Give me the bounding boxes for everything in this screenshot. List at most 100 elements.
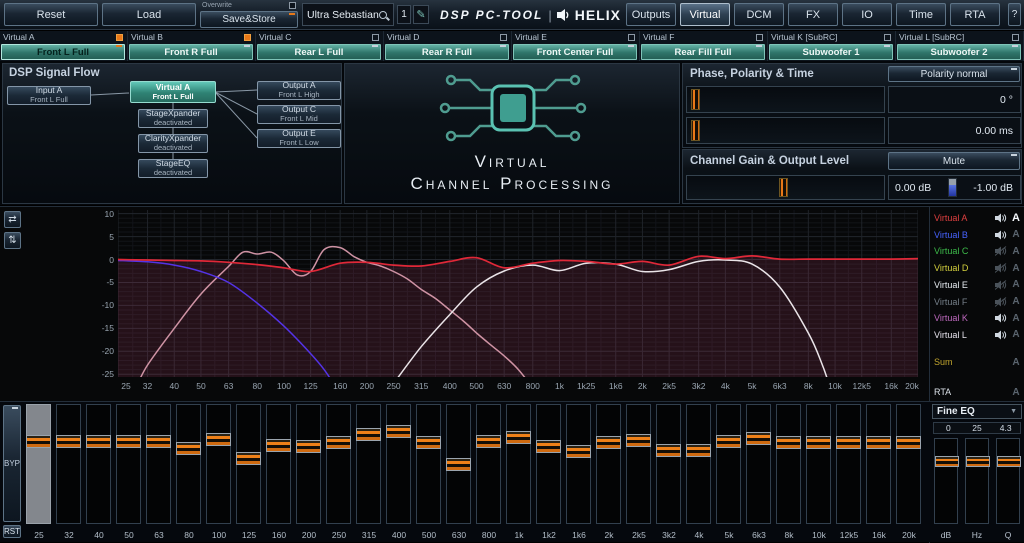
vertical-scale-icon[interactable]: ⇅ [4,232,21,249]
speaker-muted-icon[interactable] [994,297,1008,307]
speaker-muted-icon[interactable] [994,280,1008,290]
channel-a-badge[interactable]: A [1008,212,1024,224]
eq-band-track[interactable] [86,404,111,524]
polarity-button[interactable]: Polarity normal [888,66,1020,82]
flow-stagexpander-box[interactable]: StageXpander deactivated [138,109,208,128]
channel-link-checkbox[interactable] [116,34,123,41]
eq-band-handle[interactable] [506,431,531,444]
eq-band-track[interactable] [596,404,621,524]
eq-band-track[interactable] [716,404,741,524]
eq-band-track[interactable] [116,404,141,524]
eq-band-track[interactable] [356,404,381,524]
delay-slider[interactable] [686,117,885,144]
eq-band-handle[interactable] [536,440,561,453]
channel-name[interactable]: Virtual D [934,263,994,273]
eq-band-handle[interactable] [56,435,81,448]
overwrite-checkbox[interactable] [289,2,296,9]
eq-band-handle[interactable] [416,436,441,449]
edit-icon[interactable]: ✎ [413,5,429,24]
flow-stageeq-box[interactable]: StageEQ deactivated [138,159,208,178]
eq-band-track[interactable] [56,404,81,524]
eq-band-handle[interactable] [176,442,201,455]
channel-a-badge[interactable]: A [1008,263,1024,274]
channel-name[interactable]: Virtual F [934,297,994,307]
eq-band-track[interactable] [746,404,771,524]
channel-link-checkbox[interactable] [500,34,507,41]
reset-button[interactable]: Reset [4,3,98,26]
channel-select-button[interactable]: Rear Fill Full [641,44,765,60]
eq-band-handle[interactable] [596,436,621,449]
eq-band-handle[interactable] [896,436,921,449]
eq-band-track[interactable] [686,404,711,524]
nav-fx-button[interactable]: FX [788,3,838,26]
channel-select-button[interactable]: Subwoofer 1 [769,44,893,60]
gain-slider-handle[interactable] [779,178,788,197]
eq-band-track[interactable] [296,404,321,524]
eq-band-track[interactable] [206,404,231,524]
eq-band-handle[interactable] [356,428,381,441]
eq-band-track[interactable] [566,404,591,524]
channel-name[interactable]: Virtual B [934,230,994,240]
flow-output-c-box[interactable]: Output C Front L Mid [257,105,341,124]
eq-band-handle[interactable] [746,432,771,445]
help-button[interactable]: ? [1008,3,1021,26]
eq-band-track[interactable] [506,404,531,524]
eq-band-track[interactable] [146,404,171,524]
eq-band-track[interactable] [476,404,501,524]
eq-band-handle[interactable] [806,436,831,449]
channel-select-button[interactable]: Rear L Full [257,44,381,60]
device-number-field[interactable]: 1 [397,5,411,24]
nav-io-button[interactable]: IO [842,3,892,26]
flow-virtual-box[interactable]: Virtual A Front L Full [130,81,216,103]
eq-band-handle[interactable] [716,435,741,448]
speaker-muted-icon[interactable] [994,263,1008,273]
channel-link-checkbox[interactable] [628,34,635,41]
channel-a-badge[interactable]: A [1008,357,1024,368]
channel-tab[interactable]: Virtual A [0,31,127,43]
eq-band-track[interactable] [866,404,891,524]
channel-tab[interactable]: Virtual B [128,31,255,43]
channel-select-button[interactable]: Rear R Full [385,44,509,60]
fine-eq-slider-q[interactable] [996,438,1020,524]
eq-band-handle[interactable] [236,452,261,465]
eq-band-handle[interactable] [836,436,861,449]
channel-a-badge[interactable]: A [1008,246,1024,257]
eq-band-handle[interactable] [26,435,51,448]
nav-rta-button[interactable]: RTA [950,3,1000,26]
eq-band-track[interactable] [26,404,51,524]
nav-outputs-button[interactable]: Outputs [626,3,676,26]
eq-band-handle[interactable] [476,435,501,448]
channel-name[interactable]: RTA [934,387,994,397]
channel-select-button[interactable]: Front L Full [1,44,125,60]
eq-band-handle[interactable] [266,439,291,452]
channel-name[interactable]: Virtual K [934,313,994,323]
eq-band-handle[interactable] [626,434,651,447]
flow-input-box[interactable]: Input A Front L Full [7,86,91,105]
channel-a-badge[interactable]: A [1008,329,1024,340]
eq-band-track[interactable] [656,404,681,524]
nav-dcm-button[interactable]: DCM [734,3,784,26]
channel-tab[interactable]: Virtual K [SubRC] [768,31,895,43]
channel-a-badge[interactable]: A [1008,229,1024,240]
eq-band-handle[interactable] [326,436,351,449]
eq-band-handle[interactable] [86,435,111,448]
gain-slider[interactable] [686,175,885,200]
eq-band-handle[interactable] [566,445,591,458]
eq-bypass-button[interactable]: BYP [3,405,21,522]
channel-name[interactable]: Virtual L [934,330,994,340]
channel-link-checkbox[interactable] [756,34,763,41]
setup-name-input[interactable]: Ultra Sebastian [302,3,394,26]
channel-link-checkbox[interactable] [244,34,251,41]
fine-eq-handle[interactable] [935,456,959,467]
channel-tab[interactable]: Virtual F [640,31,767,43]
channel-a-badge[interactable]: A [1008,296,1024,307]
eq-band-handle[interactable] [866,436,891,449]
eq-band-track[interactable] [626,404,651,524]
load-button[interactable]: Load [102,3,196,26]
speaker-icon[interactable] [994,330,1008,340]
fine-eq-handle[interactable] [997,456,1021,467]
eq-band-handle[interactable] [656,444,681,457]
search-icon[interactable] [379,11,387,19]
eq-reset-button[interactable]: RST [3,525,21,538]
save-store-button[interactable]: Save&Store [200,11,298,28]
